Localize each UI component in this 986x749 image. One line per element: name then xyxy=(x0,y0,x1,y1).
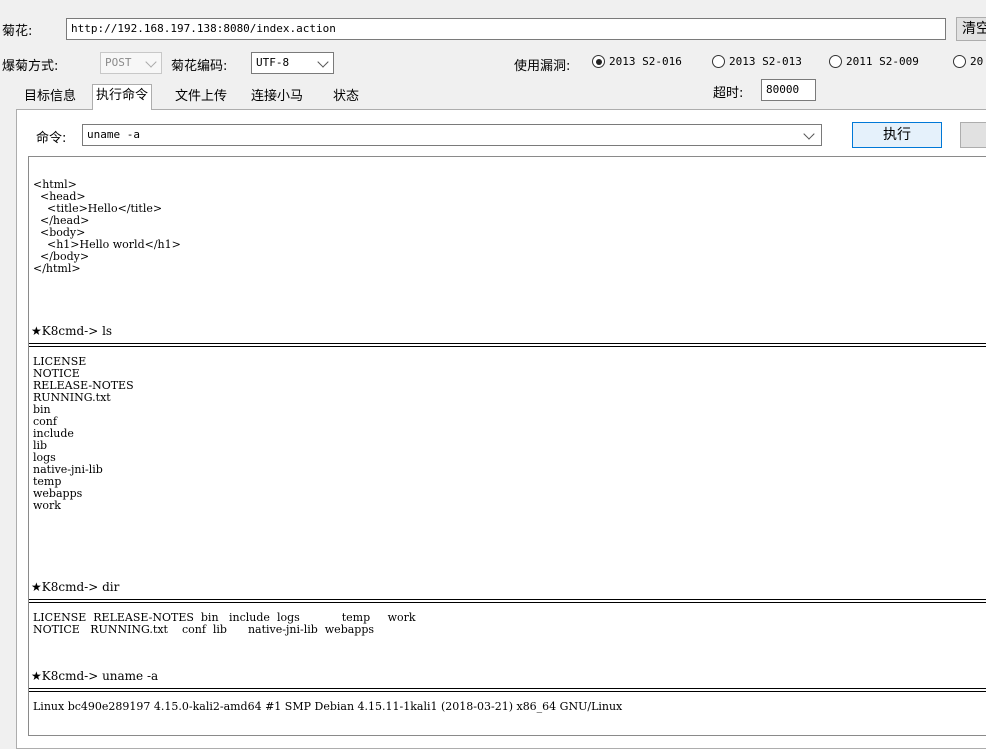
execute-button-label: 执行 xyxy=(883,127,911,143)
tab-status[interactable]: 状态 xyxy=(330,86,362,108)
separator xyxy=(29,343,986,347)
url-input[interactable]: http://192.168.197.138:8080/index.action xyxy=(66,18,946,40)
timeout-label: 超时: xyxy=(713,86,744,101)
execute-button[interactable]: 执行 xyxy=(852,122,942,148)
vuln-radio-s2-009[interactable]: 2011 S2-009 xyxy=(829,55,919,68)
tab-target-info[interactable]: 目标信息 xyxy=(21,86,79,108)
radio-unselected-icon xyxy=(829,55,842,68)
tab-file-upload[interactable]: 文件上传 xyxy=(172,86,230,108)
chevron-down-icon xyxy=(145,56,157,68)
encoding-label: 菊花编码: xyxy=(171,59,228,74)
chevron-down-icon xyxy=(317,56,329,68)
radio-unselected-icon xyxy=(712,55,725,68)
chevron-down-icon xyxy=(803,128,815,140)
vuln-radio-s2-013[interactable]: 2013 S2-013 xyxy=(712,55,802,68)
method-label: 爆菊方式: xyxy=(2,59,59,74)
command-value: uname -a xyxy=(87,128,140,141)
clear-button[interactable]: 清空 xyxy=(956,17,986,41)
command-input[interactable]: uname -a xyxy=(82,124,822,146)
command-prompt-dir: ★K8cmd-> dir xyxy=(31,580,120,594)
encoding-value: UTF-8 xyxy=(256,56,290,69)
url-label: 菊花: xyxy=(2,24,33,39)
vuln-radio-20[interactable]: 20 xyxy=(953,55,983,68)
command-prompt-ls: ★K8cmd-> ls xyxy=(31,324,113,338)
tab-execute-command[interactable]: 执行命令 xyxy=(92,84,153,110)
command-label: 命令: xyxy=(36,131,67,146)
timeout-input[interactable]: 80000 xyxy=(761,79,816,101)
command-prompt-uname: ★K8cmd-> uname -a xyxy=(31,669,159,683)
method-select[interactable]: POST xyxy=(100,52,162,74)
separator xyxy=(29,688,986,692)
clear-button-label: 清空 xyxy=(962,21,986,37)
method-value: POST xyxy=(105,56,132,69)
tab-connect-shell[interactable]: 连接小马 xyxy=(248,86,306,108)
dir-result: LICENSE RELEASE-NOTES bin include logs t… xyxy=(33,611,416,636)
radio-unselected-icon xyxy=(953,55,966,68)
encoding-select[interactable]: UTF-8 xyxy=(251,52,334,74)
html-response: <html> <head> <title>Hello</title> </hea… xyxy=(33,178,181,275)
command-output[interactable]: <html> <head> <title>Hello</title> </hea… xyxy=(28,156,986,736)
separator xyxy=(29,599,986,603)
vuln-radio-s2-016[interactable]: 2013 S2-016 xyxy=(592,55,682,68)
uname-result: Linux bc490e289197 4.15.0-kali2-amd64 #1… xyxy=(33,700,623,713)
radio-selected-icon xyxy=(592,55,605,68)
secondary-button[interactable] xyxy=(960,122,986,148)
vuln-label: 使用漏洞: xyxy=(514,59,571,74)
ls-result: LICENSE NOTICE RELEASE-NOTES RUNNING.txt… xyxy=(33,355,134,512)
